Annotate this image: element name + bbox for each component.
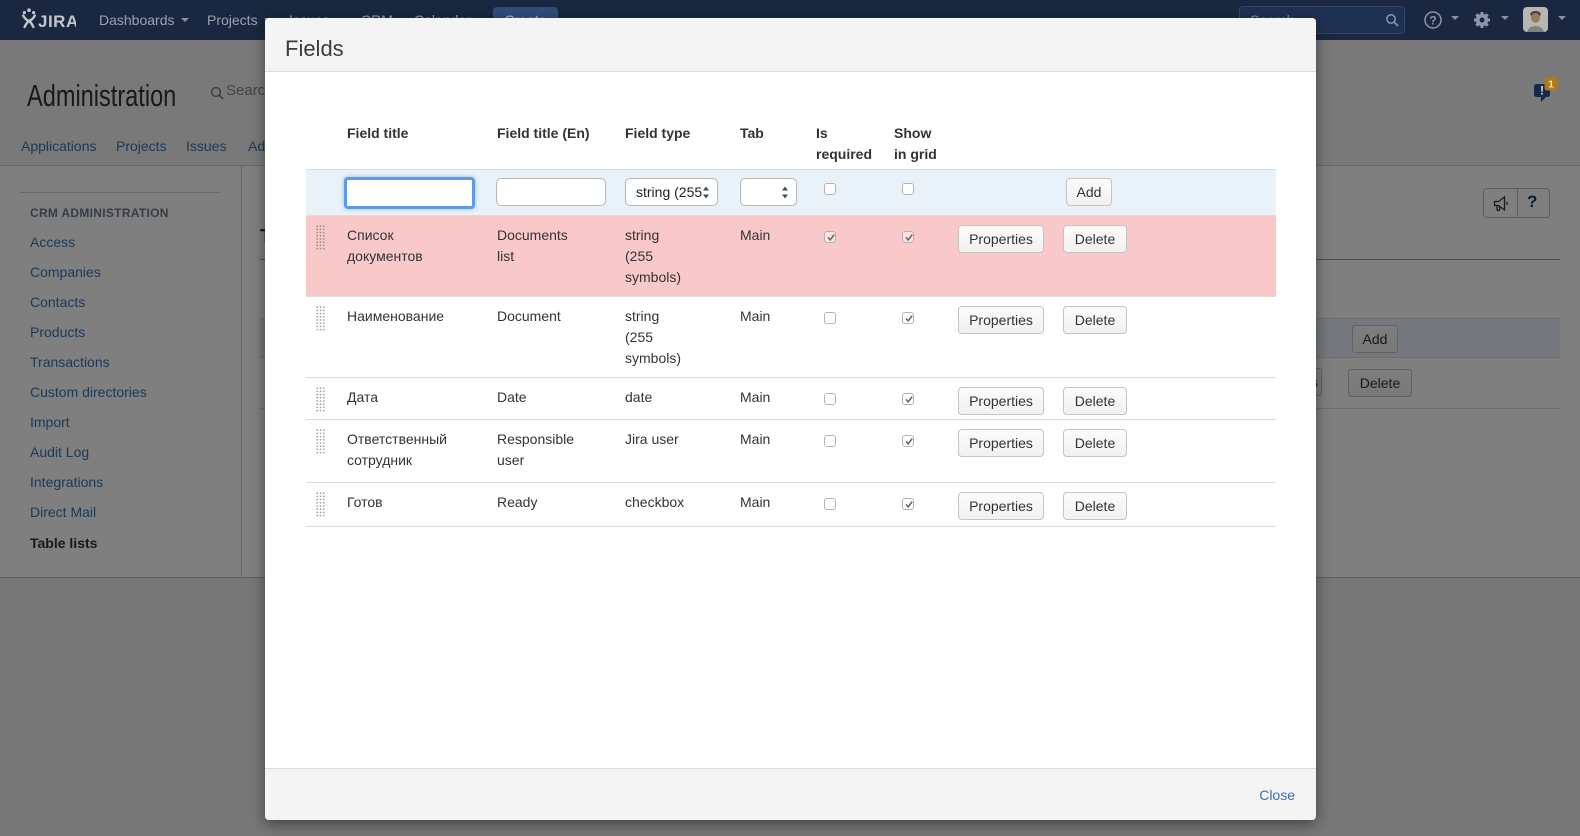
svg-text:JIRA: JIRA [38, 12, 76, 31]
svg-text:1: 1 [1548, 79, 1554, 91]
svg-text:!: ! [1540, 86, 1544, 98]
svg-text:?: ? [1429, 13, 1436, 27]
